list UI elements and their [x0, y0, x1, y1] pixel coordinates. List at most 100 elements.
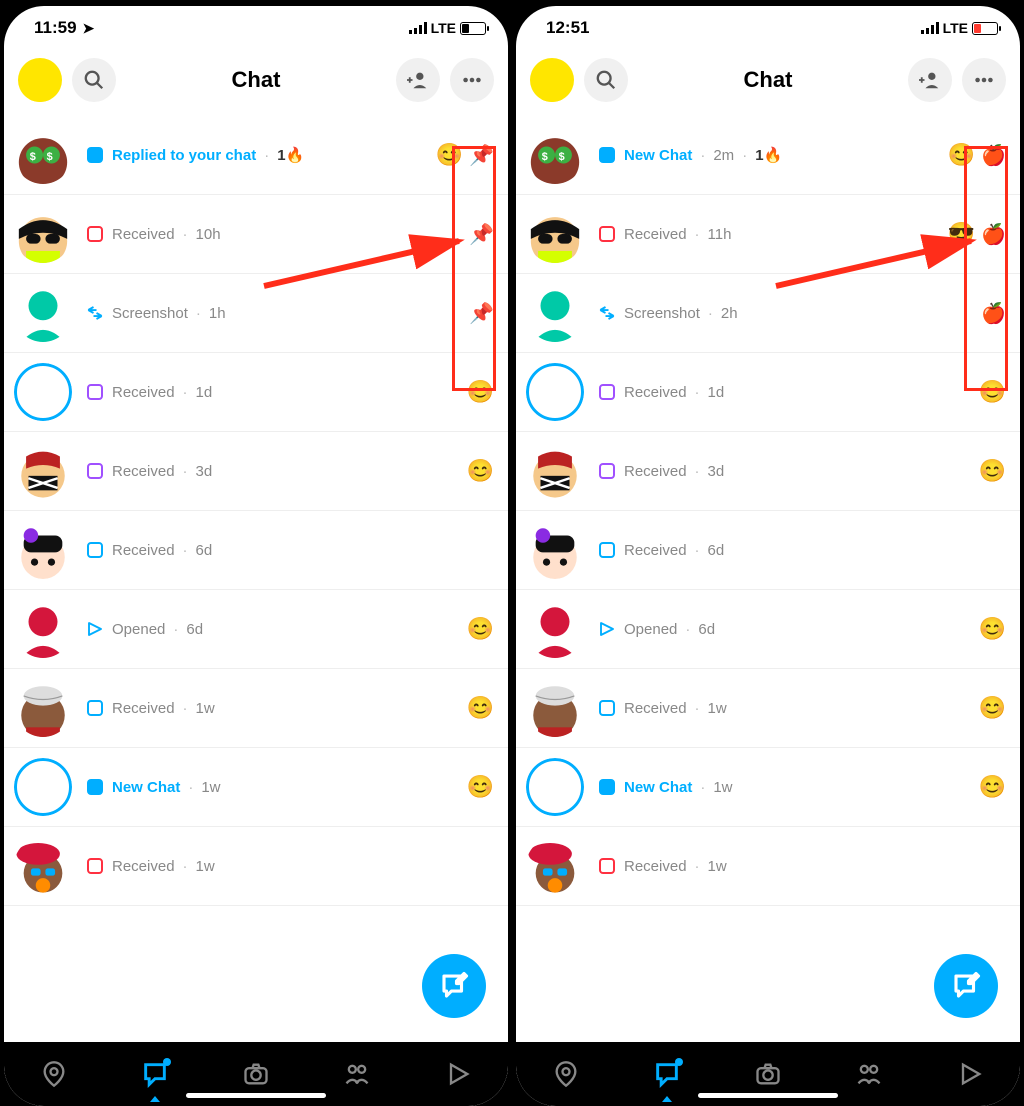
chat-row[interactable]: Received ·1d 😊 [4, 353, 508, 432]
chat-row[interactable]: Received ·1w [516, 827, 1020, 906]
friend-avatar[interactable]: $$ [526, 126, 584, 184]
friend-avatar[interactable] [526, 758, 584, 816]
chat-row[interactable]: Received ·1d 😊 [516, 353, 1020, 432]
profile-button[interactable] [18, 58, 62, 102]
chat-row[interactable]: Received ·1w 😊 [4, 669, 508, 748]
more-button[interactable] [450, 58, 494, 102]
nav-map[interactable] [34, 1054, 74, 1094]
new-chat-fab[interactable] [422, 954, 486, 1018]
chat-status-text: New Chat [624, 779, 692, 796]
snap-received-icon [86, 462, 104, 480]
friend-emoji: 😊 [979, 616, 1006, 642]
chat-row[interactable]: New Chat ·1w 😊 [516, 748, 1020, 827]
chat-list[interactable]: $$ New Chat ·2m·1🔥 😊🍎 Received ·11h 😎🍎 [516, 116, 1020, 1106]
new-chat-fab[interactable] [934, 954, 998, 1018]
chat-status-text: Received [112, 463, 175, 480]
nav-spotlight[interactable] [438, 1054, 478, 1094]
chat-row[interactable]: Received ·1w 😊 [516, 669, 1020, 748]
chat-row[interactable]: New Chat ·1w 😊 [4, 748, 508, 827]
chat-row[interactable]: Received ·6d [516, 511, 1020, 590]
chat-row[interactable]: Opened ·6d 😊 [516, 590, 1020, 669]
friend-avatar[interactable] [526, 363, 584, 421]
snap-received-icon [598, 225, 616, 243]
chat-time: 6d [186, 621, 203, 638]
search-button[interactable] [72, 58, 116, 102]
chat-row[interactable]: $$ New Chat ·2m·1🔥 😊🍎 [516, 116, 1020, 195]
friend-avatar[interactable] [14, 600, 72, 658]
friend-avatar[interactable] [526, 205, 584, 263]
nav-spotlight[interactable] [950, 1054, 990, 1094]
friend-avatar[interactable] [526, 521, 584, 579]
chat-status-text: Opened [112, 621, 165, 638]
friend-avatar[interactable] [14, 363, 72, 421]
chat-status-text: Screenshot [112, 305, 188, 322]
chat-status-text: Opened [624, 621, 677, 638]
svg-text:$: $ [559, 151, 565, 163]
chat-time: 1d [708, 384, 725, 401]
nav-map[interactable] [546, 1054, 586, 1094]
chat-time: 6d [196, 542, 213, 559]
nav-camera[interactable] [236, 1054, 276, 1094]
friend-avatar[interactable] [14, 758, 72, 816]
streak-count: 1🔥 [277, 146, 304, 164]
nav-stories[interactable] [849, 1054, 889, 1094]
friend-avatar[interactable] [526, 679, 584, 737]
chat-time: 1w [201, 779, 220, 796]
chat-row[interactable]: Received ·11h 😎🍎 [516, 195, 1020, 274]
search-button[interactable] [584, 58, 628, 102]
chat-time: 11h [708, 226, 732, 243]
friend-avatar[interactable]: $$ [14, 126, 72, 184]
svg-text:$: $ [47, 151, 53, 163]
chat-row[interactable]: Received ·1w [4, 827, 508, 906]
chat-status-text: Received [112, 542, 175, 559]
chat-list[interactable]: $$ Replied to your chat ·1🔥 😊📌 Received … [4, 116, 508, 1106]
chat-status-text: Received [112, 858, 175, 875]
profile-button[interactable] [530, 58, 574, 102]
home-indicator [186, 1093, 326, 1098]
clock: 12:51 [546, 18, 589, 38]
nav-chat[interactable] [647, 1054, 687, 1094]
chat-time: 6d [708, 542, 725, 559]
chat-time: 1w [708, 700, 727, 717]
chat-status-text: Received [624, 542, 687, 559]
friend-avatar[interactable] [14, 205, 72, 263]
chat-status-text: Received [112, 700, 175, 717]
chat-row[interactable]: Opened ·6d 😊 [4, 590, 508, 669]
chat-received-icon [86, 699, 104, 717]
nav-stories[interactable] [337, 1054, 377, 1094]
friend-avatar[interactable] [14, 679, 72, 737]
more-button[interactable] [962, 58, 1006, 102]
chat-time: 3d [708, 463, 725, 480]
pin-icon: 📌 [469, 143, 494, 168]
friend-avatar[interactable] [14, 521, 72, 579]
chat-row[interactable]: Received ·10h 📌 [4, 195, 508, 274]
chat-row[interactable]: Screenshot ·1h 📌 [4, 274, 508, 353]
nav-camera[interactable] [748, 1054, 788, 1094]
chat-row[interactable]: Received ·3d 😊 [4, 432, 508, 511]
add-friend-button[interactable] [396, 58, 440, 102]
chat-row[interactable]: Received ·3d 😊 [516, 432, 1020, 511]
svg-text:$: $ [542, 151, 548, 163]
chat-header: Chat [516, 50, 1020, 116]
nav-chat[interactable] [135, 1054, 175, 1094]
friend-avatar[interactable] [14, 837, 72, 895]
chat-row[interactable]: Received ·6d [4, 511, 508, 590]
friend-emoji: 😊 [979, 458, 1006, 484]
friend-avatar[interactable] [526, 837, 584, 895]
battery-icon [972, 22, 998, 35]
friend-emoji: 😎 [948, 221, 975, 247]
friend-avatar[interactable] [14, 442, 72, 500]
chat-status-text: Received [112, 384, 175, 401]
snap-received-icon [598, 857, 616, 875]
friend-avatar[interactable] [526, 600, 584, 658]
chat-row[interactable]: Screenshot ·2h 🍎 [516, 274, 1020, 353]
chat-row[interactable]: $$ Replied to your chat ·1🔥 😊📌 [4, 116, 508, 195]
friend-emoji: 😊 [467, 695, 494, 721]
friend-avatar[interactable] [14, 284, 72, 342]
friend-avatar[interactable] [526, 284, 584, 342]
chat-status-text: Screenshot [624, 305, 700, 322]
snap-received-icon [598, 462, 616, 480]
pin-icon: 🍎 [981, 143, 1006, 168]
friend-avatar[interactable] [526, 442, 584, 500]
add-friend-button[interactable] [908, 58, 952, 102]
